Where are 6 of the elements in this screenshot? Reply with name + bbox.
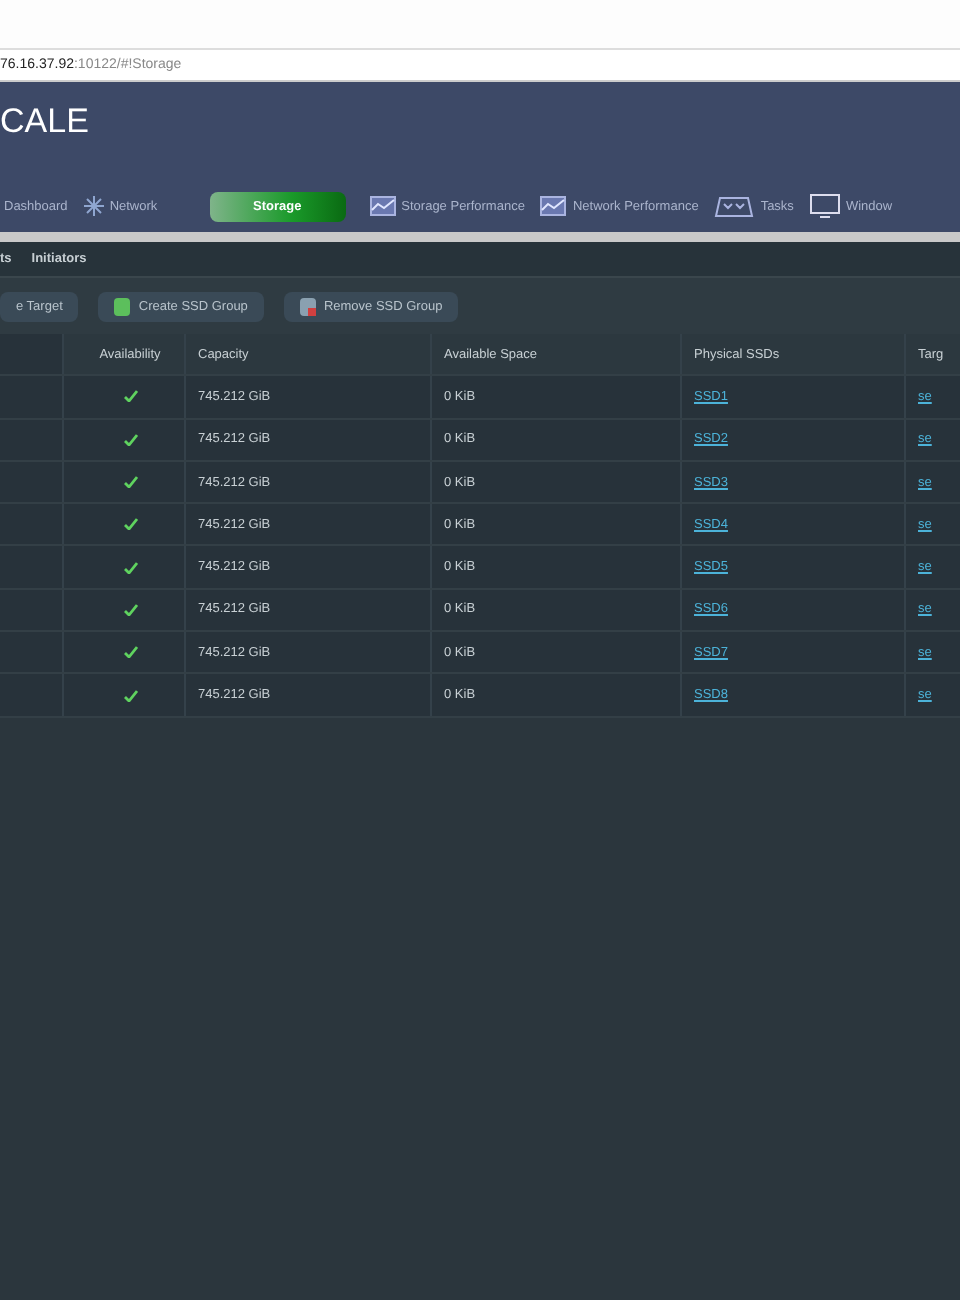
monitor-icon — [809, 194, 840, 218]
tasks-icon — [714, 195, 755, 217]
chart-icon — [369, 196, 396, 216]
snowflake-icon — [83, 196, 104, 216]
logo: CALE — [0, 100, 91, 142]
chart-icon — [540, 196, 567, 216]
